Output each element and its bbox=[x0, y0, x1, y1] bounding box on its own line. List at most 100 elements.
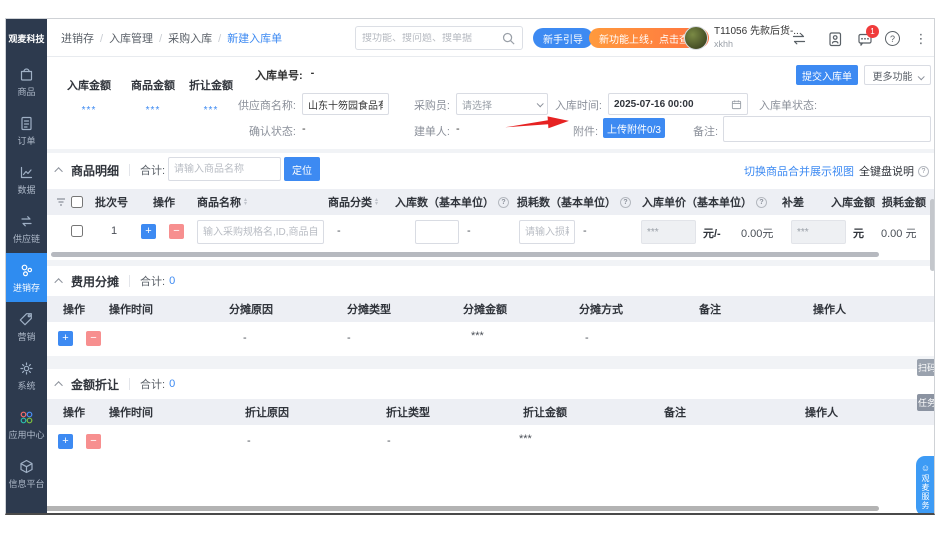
share-amount-value: *** bbox=[471, 330, 484, 342]
col-loss-qty: 损耗数（基本单位）? bbox=[517, 189, 631, 215]
sidebar-item-info-platform[interactable]: 信息平台 bbox=[6, 449, 47, 498]
col-goods-name[interactable]: 商品名称 ▴▾ bbox=[197, 189, 247, 215]
add-row-button[interactable]: + bbox=[141, 224, 156, 239]
col-operator: 操作人 bbox=[805, 399, 838, 425]
swap-arrows-icon bbox=[18, 213, 35, 230]
breadcrumb-item[interactable]: 入库管理 bbox=[94, 30, 153, 46]
collapse-icon[interactable] bbox=[54, 278, 62, 286]
vertical-scrollbar[interactable] bbox=[930, 199, 935, 271]
col-actions: 操作 bbox=[63, 296, 85, 322]
col-makeup: 补差 bbox=[782, 189, 804, 215]
supplier-input[interactable] bbox=[302, 93, 389, 115]
discount-amount-value: *** bbox=[519, 433, 532, 445]
remove-row-button[interactable]: − bbox=[86, 331, 101, 346]
add-row-button[interactable]: + bbox=[58, 331, 73, 346]
loss-qty-input[interactable] bbox=[519, 220, 575, 244]
category-value: - bbox=[337, 225, 341, 237]
sidebar-nav: 商品 订单 数据 供应链 进销存 营销 bbox=[6, 57, 47, 498]
service-tab[interactable]: ☺ 观麦服务 bbox=[916, 456, 935, 515]
order-no-label: 入库单号: bbox=[255, 67, 303, 83]
contacts-icon[interactable] bbox=[827, 31, 843, 47]
sidebar: 观麦科技 商品 订单 数据 供应链 进销存 bbox=[6, 19, 47, 513]
search-icon[interactable] bbox=[501, 31, 516, 46]
row-checkbox[interactable] bbox=[71, 225, 83, 237]
message-badge: 1 bbox=[866, 25, 879, 38]
sort-icon[interactable]: ▴▾ bbox=[375, 198, 378, 206]
breadcrumb-item[interactable]: 采购入库 bbox=[153, 30, 212, 46]
task-tab[interactable]: 任务 bbox=[917, 394, 935, 411]
global-search-input[interactable] bbox=[356, 33, 501, 44]
more-functions-button[interactable]: 更多功能 bbox=[864, 65, 931, 85]
sort-icon[interactable]: ▴▾ bbox=[244, 198, 247, 206]
document-icon bbox=[18, 115, 35, 132]
sidebar-item-data[interactable]: 数据 bbox=[6, 155, 47, 204]
help-icon[interactable]: ? bbox=[620, 197, 631, 208]
share-table-header: 操作 操作时间 分摊原因 分摊类型 分摊金额 分摊方式 备注 操作人 bbox=[47, 296, 935, 322]
goods-name-search-input[interactable] bbox=[168, 157, 281, 181]
goods-table-header: 批次号 操作 商品名称 ▴▾ 商品分类 ▴▾ 入库数（基本单位）? 损耗数（基本… bbox=[47, 189, 935, 215]
sidebar-item-marketing[interactable]: 营销 bbox=[6, 302, 47, 351]
col-actions: 操作 bbox=[63, 399, 85, 425]
sidebar-item-system[interactable]: 系统 bbox=[6, 351, 47, 400]
gear-icon bbox=[18, 360, 35, 377]
cost-share-card: 费用分摊 合计: 0 操作 操作时间 分摊原因 分摊类型 分摊金额 分摊方式 备… bbox=[47, 266, 935, 356]
switch-view-link[interactable]: 切换商品合并展示视图 bbox=[744, 163, 854, 179]
user-info[interactable]: T11056 先款后货-... xkhh bbox=[714, 26, 802, 50]
col-goods-category[interactable]: 商品分类 ▴▾ bbox=[328, 189, 378, 215]
inbound-qty-input[interactable] bbox=[415, 220, 459, 244]
goods-spec-input[interactable] bbox=[197, 220, 324, 244]
col-actions: 操作 bbox=[153, 189, 175, 215]
col-share-reason: 分摊原因 bbox=[229, 296, 273, 322]
table-horizontal-scrollbar[interactable] bbox=[51, 252, 879, 257]
inbound-time-picker[interactable]: 2025-07-16 00:00 bbox=[608, 93, 748, 115]
select-all-checkbox[interactable] bbox=[71, 196, 83, 208]
sidebar-item-goods[interactable]: 商品 bbox=[6, 57, 47, 106]
upload-attachment-button[interactable]: 上传附件0/3 bbox=[603, 118, 665, 138]
avatar[interactable] bbox=[684, 26, 708, 50]
col-discount-reason: 折让原因 bbox=[245, 399, 289, 425]
breadcrumb-item-current: 新建入库单 bbox=[212, 30, 282, 46]
keyboard-help[interactable]: 全键盘说明 ? bbox=[859, 163, 929, 179]
sidebar-item-supply-chain[interactable]: 供应链 bbox=[6, 204, 47, 253]
more-menu-icon[interactable]: ⋮ bbox=[913, 31, 929, 47]
collapse-icon[interactable] bbox=[54, 167, 62, 175]
submit-inbound-button[interactable]: 提交入库单 bbox=[796, 65, 858, 85]
collapse-icon[interactable] bbox=[54, 381, 62, 389]
add-row-button[interactable]: + bbox=[58, 434, 73, 449]
sidebar-item-app-center[interactable]: 应用中心 bbox=[6, 400, 47, 449]
discount-reason-value: - bbox=[247, 435, 251, 447]
help-icon[interactable]: ? bbox=[498, 197, 509, 208]
col-remark: 备注 bbox=[664, 399, 686, 425]
col-operator: 操作人 bbox=[813, 296, 846, 322]
help-icon[interactable]: ? bbox=[756, 197, 767, 208]
batch-no-value: 1 bbox=[111, 225, 117, 237]
switch-account-icon[interactable] bbox=[791, 31, 807, 47]
annotation-red-arrow-icon bbox=[504, 112, 571, 135]
buyer-select[interactable]: 请选择 bbox=[456, 93, 548, 115]
filter-icon[interactable] bbox=[55, 189, 67, 215]
smiley-icon: ☺ bbox=[921, 463, 930, 473]
sidebar-item-orders[interactable]: 订单 bbox=[6, 106, 47, 155]
scan-code-tab[interactable]: 扫码 bbox=[917, 359, 935, 376]
more-functions-label: 更多功能 bbox=[873, 72, 913, 83]
messages-icon[interactable]: 1 bbox=[857, 31, 873, 47]
total-label: 合计: bbox=[140, 273, 165, 289]
col-share-amount: 分摊金额 bbox=[463, 296, 507, 322]
help-icon: ? bbox=[918, 166, 929, 177]
beginner-guide-button[interactable]: 新手引导 bbox=[533, 28, 593, 48]
calendar-icon bbox=[731, 99, 742, 110]
sidebar-item-label: 供应链 bbox=[13, 232, 40, 245]
help-icon[interactable]: ? bbox=[885, 31, 901, 47]
total-value: 0 bbox=[169, 275, 175, 287]
window-horizontal-scrollbar[interactable] bbox=[9, 506, 879, 511]
confirm-status-label: 确认状态: bbox=[197, 123, 296, 139]
sidebar-item-label: 数据 bbox=[17, 183, 35, 196]
remark-input[interactable] bbox=[723, 116, 931, 142]
breadcrumb-item[interactable]: 进销存 bbox=[61, 30, 94, 46]
order-status-label: 入库单状态: bbox=[759, 97, 817, 113]
remove-row-button[interactable]: − bbox=[86, 434, 101, 449]
locate-button[interactable]: 定位 bbox=[284, 157, 320, 181]
remove-row-button[interactable]: − bbox=[169, 224, 184, 239]
sidebar-item-inventory[interactable]: 进销存 bbox=[6, 253, 47, 302]
col-batch-no: 批次号 bbox=[95, 189, 128, 215]
